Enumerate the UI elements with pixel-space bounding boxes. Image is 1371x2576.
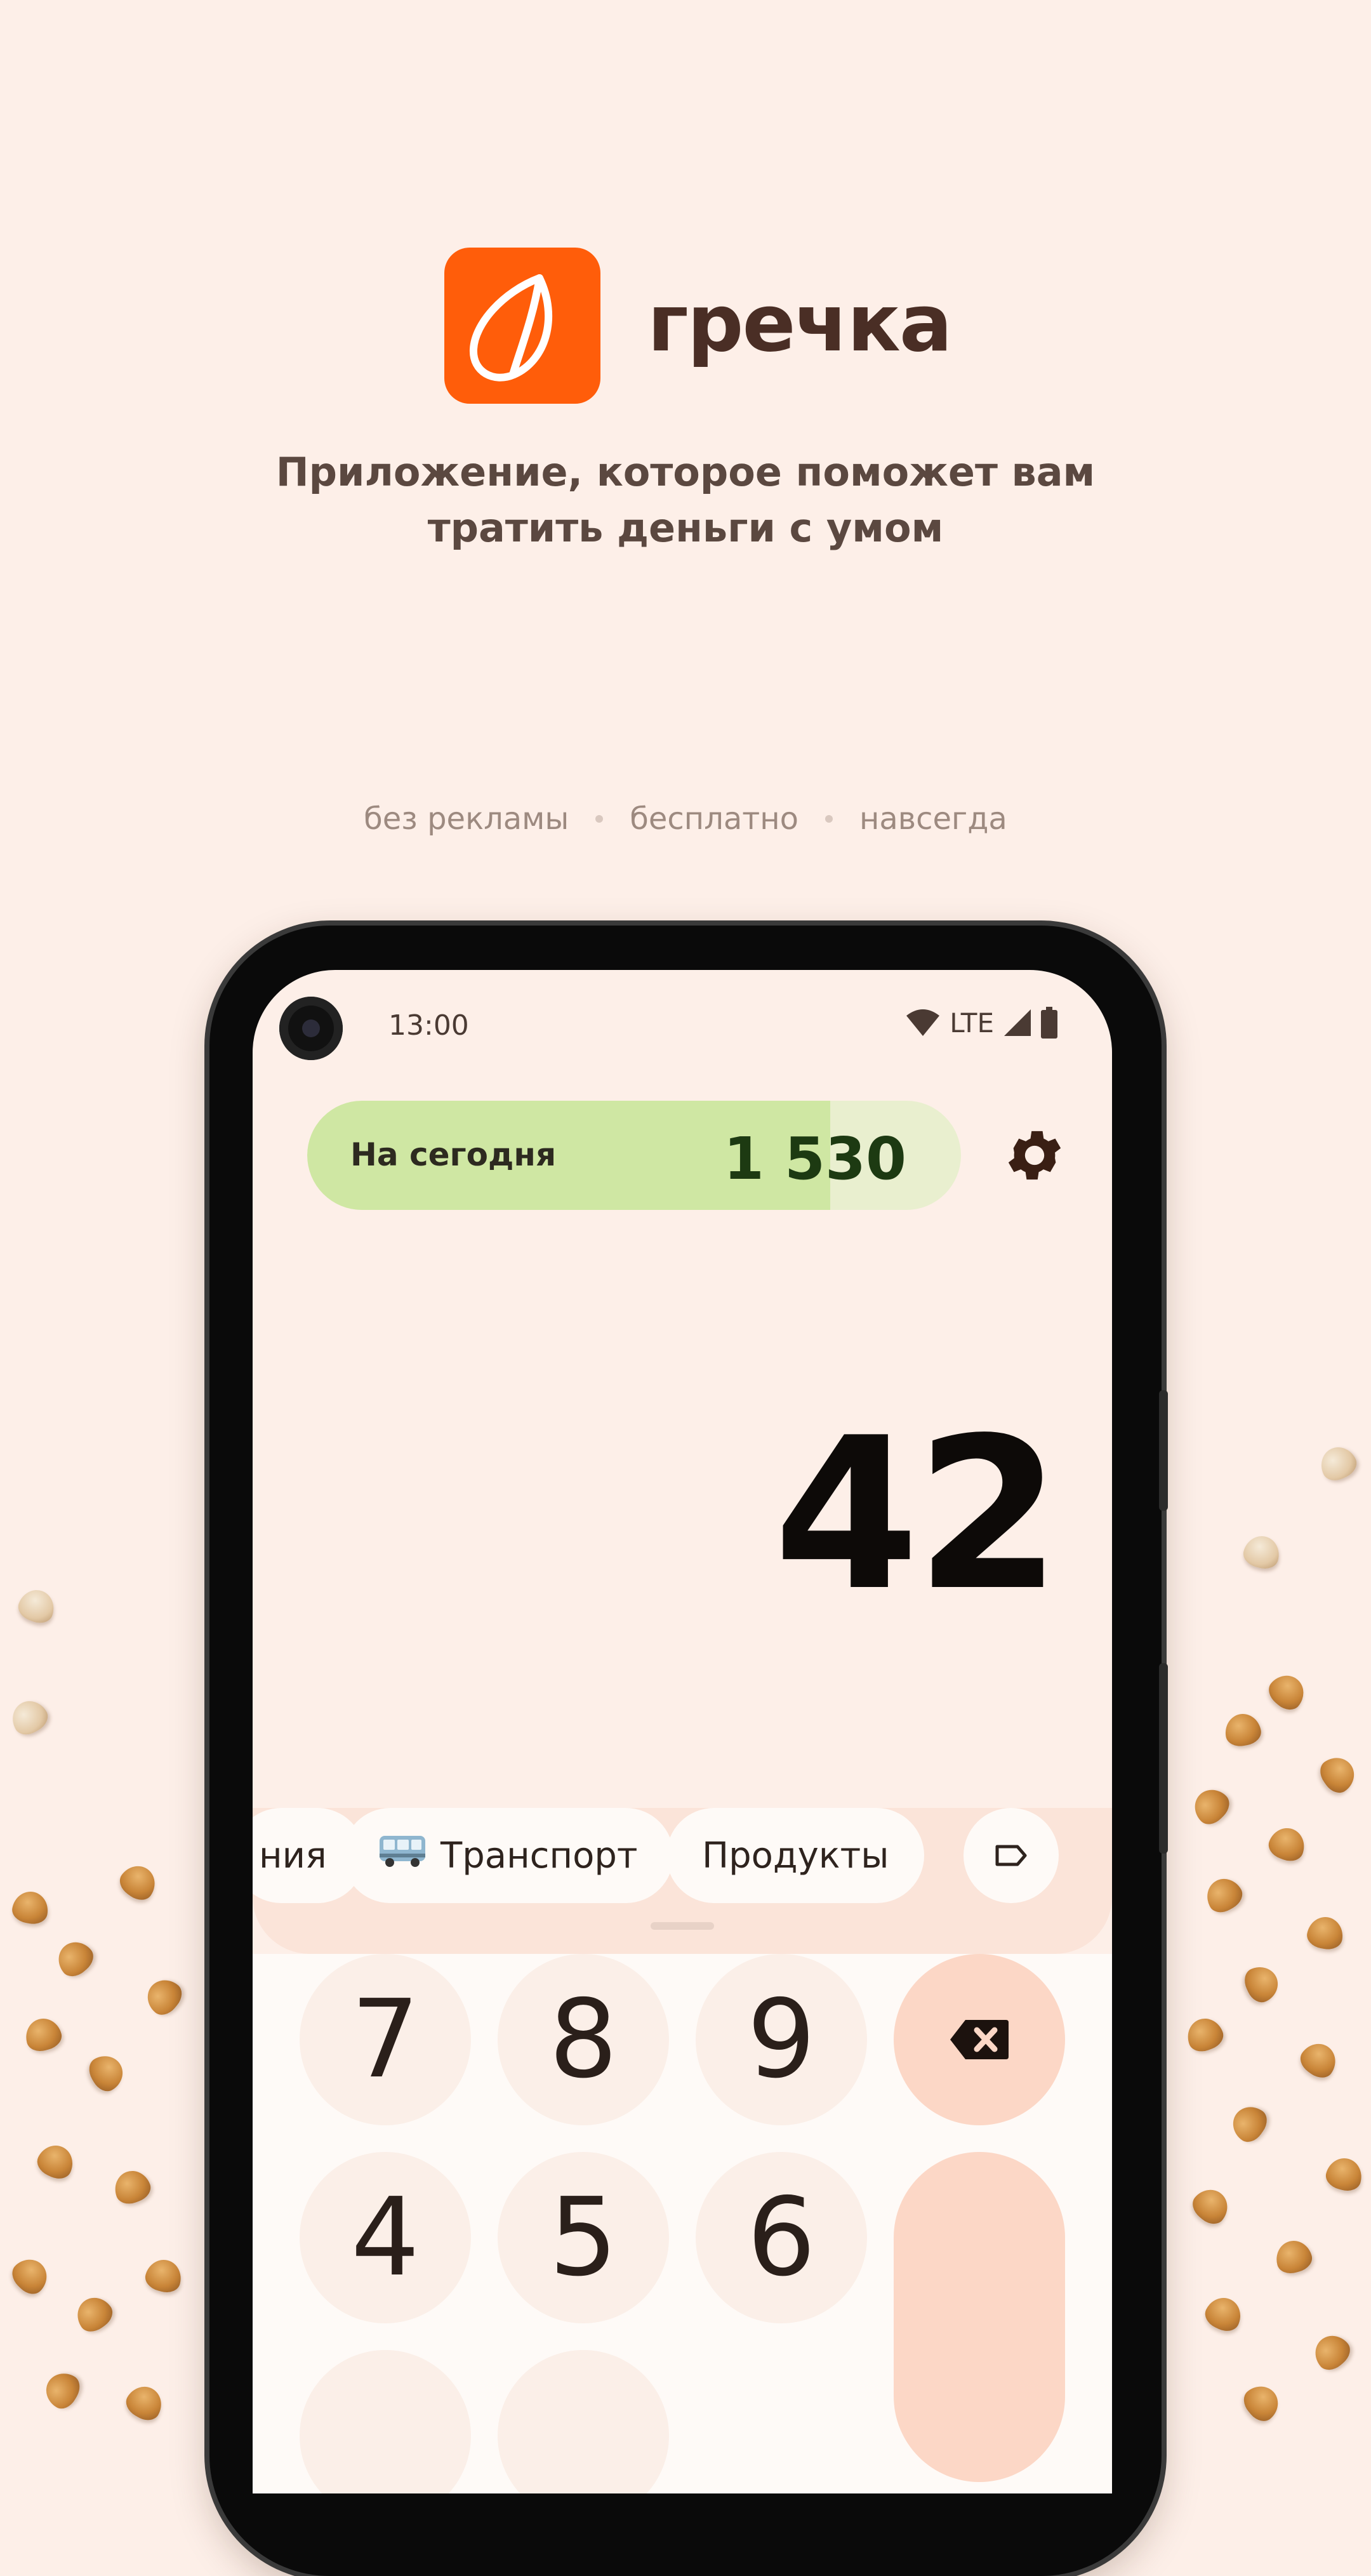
tagline-line-1: Приложение, которое поможет вам <box>275 449 1096 495</box>
budget-value: 1 530 <box>723 1125 906 1193</box>
category-chip-label: Транспорт <box>440 1835 638 1876</box>
grain <box>15 1584 59 1628</box>
battery-icon <box>1041 1007 1057 1039</box>
amount-display: 42 <box>773 1393 1061 1637</box>
grain <box>70 2290 118 2337</box>
category-bar: ния Транспорт Продукты <box>253 1808 1112 1954</box>
app-screen: 13:00 LTE На сегодня 1 530 42 ния Трансп… <box>253 970 1112 2493</box>
key-8[interactable]: 8 <box>498 1954 669 2125</box>
key-5[interactable]: 5 <box>498 2152 669 2323</box>
grain <box>84 2049 129 2096</box>
backspace-button[interactable] <box>894 1954 1065 2125</box>
tagline: Приложение, которое поможет вам тратить … <box>0 444 1371 556</box>
grain <box>110 2165 154 2208</box>
grain <box>1295 2036 1343 2083</box>
key-7[interactable]: 7 <box>300 1954 471 2125</box>
grain <box>1272 2236 1315 2277</box>
grain <box>1265 1822 1309 1866</box>
grain <box>39 2367 85 2413</box>
grain <box>140 1972 188 2021</box>
feature-free: бесплатно <box>630 801 798 837</box>
grain <box>1323 2154 1366 2194</box>
key-row-3[interactable] <box>300 2350 471 2493</box>
grain <box>121 2380 168 2426</box>
grain <box>142 2255 185 2296</box>
grain <box>10 1889 51 1927</box>
grain <box>1240 1961 1284 2007</box>
key-9[interactable]: 9 <box>696 1954 867 2125</box>
separator-dot <box>825 815 833 823</box>
status-icons: LTE <box>905 1007 1057 1039</box>
front-camera <box>279 997 343 1060</box>
category-chip-groceries[interactable]: Продукты <box>666 1808 925 1903</box>
grain <box>6 2252 55 2300</box>
category-chip-transport[interactable]: Транспорт <box>343 1808 673 1903</box>
app-logo <box>444 248 600 404</box>
key-6[interactable]: 6 <box>696 2152 867 2323</box>
grain <box>51 1934 99 1982</box>
grain <box>1240 1532 1283 1572</box>
phone-side-button <box>1159 1663 1168 1854</box>
grain <box>1305 1914 1346 1952</box>
category-chip-label: ния <box>259 1835 327 1876</box>
key-4[interactable]: 4 <box>300 2152 471 2323</box>
grain <box>1238 2379 1286 2427</box>
tag-icon <box>995 1845 1027 1866</box>
key-row-3[interactable] <box>498 2350 669 2493</box>
tagline-line-2: тратить деньги с умом <box>427 505 944 551</box>
grain <box>6 1694 53 1740</box>
bus-icon <box>377 1832 428 1879</box>
signal-icon <box>1004 1009 1031 1036</box>
grain <box>1315 1441 1361 1485</box>
grain <box>1187 2182 1235 2230</box>
grain <box>1222 1711 1263 1749</box>
grain <box>1187 1782 1235 1830</box>
add-tag-button[interactable] <box>964 1808 1059 1903</box>
grain <box>1201 2292 1247 2336</box>
feature-no-ads: без рекламы <box>364 801 569 837</box>
seed-logo-icon <box>469 274 552 382</box>
wifi-icon <box>906 1009 940 1036</box>
phone-side-button <box>1159 1390 1168 1511</box>
feature-forever: навсегда <box>859 801 1007 837</box>
backspace-icon <box>950 2020 1009 2059</box>
status-time: 13:00 <box>388 1009 469 1042</box>
separator-dot <box>595 815 604 823</box>
grain <box>22 2014 65 2055</box>
gear-icon[interactable] <box>1002 1122 1068 1188</box>
numeric-keypad: 7 8 9 4 5 6 <box>253 1954 1112 2493</box>
grain <box>1308 2328 1356 2376</box>
grain <box>114 1859 162 1906</box>
budget-label: На сегодня <box>350 1136 557 1173</box>
grain <box>33 2139 79 2184</box>
grain <box>1200 1872 1247 1918</box>
drag-handle[interactable] <box>651 1922 714 1930</box>
submit-button[interactable] <box>894 2152 1065 2482</box>
grain <box>1315 1750 1361 1798</box>
grain <box>1263 1668 1311 1716</box>
grain <box>1226 2099 1273 2148</box>
app-name: гречка <box>647 278 953 369</box>
daily-budget-pill[interactable]: На сегодня 1 530 <box>307 1101 961 1210</box>
grain <box>1182 2013 1227 2056</box>
category-chip-label: Продукты <box>702 1835 889 1876</box>
feature-list: без рекламы бесплатно навсегда <box>0 801 1371 837</box>
network-label: LTE <box>950 1007 994 1039</box>
